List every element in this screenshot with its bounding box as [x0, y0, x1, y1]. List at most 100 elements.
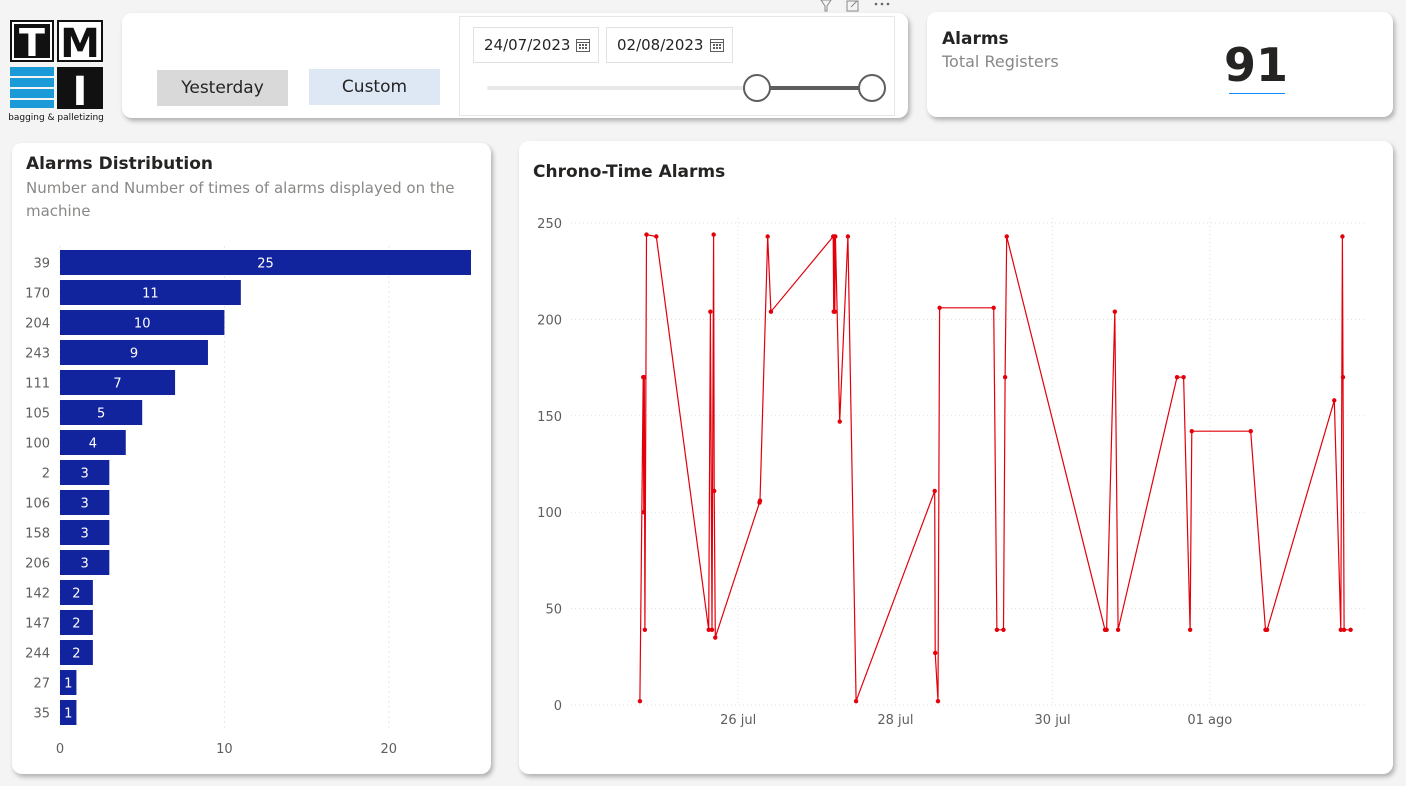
category-label: 39 [33, 257, 50, 272]
data-point [1248, 429, 1253, 434]
data-point [713, 635, 718, 640]
data-point [937, 305, 942, 311]
logo-tagline: bagging & palletizing [9, 113, 104, 123]
data-point [642, 627, 648, 633]
data-point [994, 627, 1000, 633]
x-tick-label: 20 [381, 742, 398, 757]
category-label: 244 [25, 647, 50, 662]
data-point [654, 234, 659, 239]
distribution-subtitle: Number and Number of times of alarms dis… [26, 179, 455, 220]
data-point [637, 698, 643, 704]
x-tick-label: 01 ago [1187, 713, 1232, 728]
y-tick-label: 150 [537, 410, 562, 425]
category-label: 106 [25, 497, 50, 512]
category-label: 158 [25, 527, 50, 542]
data-point [833, 234, 838, 239]
data-point [1174, 375, 1180, 380]
bar-value-label: 3 [81, 557, 89, 572]
data-point [845, 234, 851, 239]
data-point [1264, 627, 1270, 633]
bar-value-label: 3 [81, 497, 89, 512]
category-label: 111 [25, 377, 50, 392]
data-point [757, 498, 763, 503]
data-point [1189, 429, 1194, 434]
data-point [708, 309, 713, 314]
category-label: 142 [25, 587, 50, 602]
data-point [642, 375, 647, 380]
category-label: 206 [25, 557, 50, 572]
y-tick-label: 0 [554, 699, 562, 714]
data-point [1002, 375, 1008, 380]
date-slider-end-handle[interactable] [858, 74, 886, 102]
data-point [1340, 375, 1346, 380]
bar-value-label: 3 [81, 467, 89, 482]
x-tick-label: 30 jul [1035, 713, 1071, 728]
data-point [1341, 627, 1347, 633]
bar-value-label: 2 [72, 587, 80, 602]
category-label: 100 [25, 437, 50, 452]
data-point [768, 309, 774, 314]
data-point [1181, 375, 1186, 380]
x-tick-label: 0 [56, 742, 64, 757]
data-point [644, 232, 649, 237]
bar-value-label: 7 [113, 377, 121, 392]
data-point [1004, 234, 1009, 239]
end-date-input[interactable]: 02/08/2023 [606, 27, 733, 63]
data-point [1115, 627, 1121, 633]
category-label: 35 [33, 707, 50, 722]
end-date-value: 02/08/2023 [617, 36, 704, 54]
data-point [641, 510, 646, 515]
kpi-title: Alarms [942, 29, 1009, 49]
calendar-icon[interactable] [576, 38, 590, 52]
y-tick-label: 200 [537, 313, 562, 328]
more-options-icon[interactable] [873, 0, 891, 12]
custom-button[interactable]: Custom [309, 69, 440, 105]
category-label: 243 [25, 347, 50, 362]
start-date-value: 24/07/2023 [484, 36, 571, 54]
visual-header [815, 0, 895, 12]
bar-value-label: 10 [134, 317, 151, 332]
distribution-title: Alarms Distribution [26, 154, 213, 174]
bar-value-label: 1 [64, 677, 72, 692]
kpi-value: 91 [1224, 38, 1289, 92]
logo-letter-i: I [73, 69, 88, 115]
data-point [1187, 627, 1193, 633]
date-slider-range [757, 86, 872, 90]
category-label: 105 [25, 407, 50, 422]
data-point [837, 419, 842, 424]
x-tick-label: 28 jul [877, 713, 913, 728]
chrono-title: Chrono-Time Alarms [533, 162, 726, 182]
start-date-input[interactable]: 24/07/2023 [473, 27, 599, 63]
data-point [1001, 627, 1006, 633]
y-tick-label: 250 [537, 217, 562, 232]
calendar-icon[interactable] [710, 38, 724, 52]
kpi-subtitle: Total Registers [942, 52, 1059, 71]
filter-icon[interactable] [819, 0, 833, 12]
focus-mode-icon[interactable] [846, 0, 860, 12]
bar-value-label: 5 [97, 407, 105, 422]
y-tick-label: 100 [537, 506, 562, 521]
category-label: 204 [25, 317, 50, 332]
data-point [711, 232, 716, 237]
x-tick-label: 10 [216, 742, 233, 757]
bar-value-label: 9 [130, 347, 138, 362]
yesterday-button[interactable]: Yesterday [157, 70, 288, 106]
bar-value-label: 3 [81, 527, 89, 542]
y-tick-label: 50 [545, 603, 562, 618]
data-point [935, 698, 941, 704]
kpi-underline [1229, 93, 1285, 94]
data-point [932, 488, 937, 494]
data-point [1332, 398, 1337, 403]
data-point [1348, 627, 1353, 633]
data-point [853, 698, 859, 704]
x-tick-label: 26 jul [720, 713, 756, 728]
date-slider-start-handle[interactable] [743, 74, 771, 102]
category-label: 147 [25, 617, 50, 632]
category-label: 170 [25, 287, 50, 302]
data-point [1104, 627, 1109, 633]
data-point [709, 627, 715, 633]
bar-value-label: 25 [257, 257, 274, 272]
chrono-time-alarms-chart: 0 50 100 150 200 250 26 jul 28 jul 30 jul 01 ago [537, 217, 1367, 728]
data-point [991, 305, 996, 311]
data-point [933, 650, 938, 656]
